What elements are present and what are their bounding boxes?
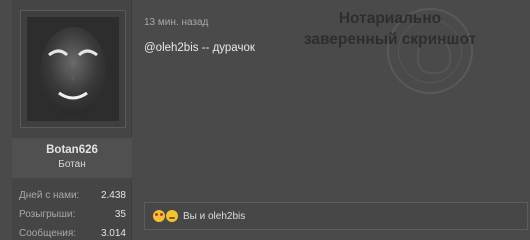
stat-value: 2.438: [100, 190, 126, 201]
post-separator: --: [198, 42, 213, 54]
user-card: Botan626 Ботан Дней с нами: 2.438 Розыгр…: [12, 0, 132, 240]
avatar-mask-icon: [40, 27, 106, 115]
reaction-emojis: [153, 210, 179, 222]
stat-label: Сообщения:: [19, 228, 77, 239]
avatar-frame: [20, 10, 126, 128]
post-timestamp[interactable]: 13 мин. назад: [144, 17, 208, 28]
post-text: дурачок: [212, 42, 255, 54]
mention-link[interactable]: @oleh2bis: [144, 42, 199, 54]
user-stats: Дней с нами: 2.438 Розыгрыши: 35 Сообщен…: [12, 186, 132, 240]
username-link[interactable]: Botan626: [12, 144, 132, 156]
reactions-bar[interactable]: Вы и oleh2bis: [144, 202, 528, 230]
reaction-summary[interactable]: Вы и oleh2bis: [183, 211, 245, 222]
stamp-line-2: заверенный скриншот: [303, 31, 477, 48]
avatar[interactable]: [27, 17, 119, 121]
post-content: @oleh2bis -- дурачок: [144, 42, 255, 54]
stat-label: Розыгрыши:: [19, 209, 76, 220]
stat-value: 3.014: [100, 228, 126, 239]
heart-eyes-emoji-icon: [153, 210, 165, 222]
user-meta: Botan626 Ботан: [12, 138, 132, 178]
user-title: Ботан: [58, 159, 86, 170]
post-page: Botan626 Ботан Дней с нами: 2.438 Розыгр…: [0, 0, 530, 240]
winking-face-emoji-icon: [166, 210, 178, 222]
stamp-caption: Нотариально заверенный скриншот: [270, 8, 510, 50]
stamp-line-1: Нотариально: [338, 10, 442, 27]
stat-value: 35: [114, 209, 126, 220]
stat-row-messages: Сообщения: 3.014: [12, 224, 132, 240]
stat-row-giveaways: Розыгрыши: 35: [12, 205, 132, 224]
stat-row-days: Дней с нами: 2.438: [12, 186, 132, 205]
stat-label: Дней с нами:: [19, 190, 80, 201]
